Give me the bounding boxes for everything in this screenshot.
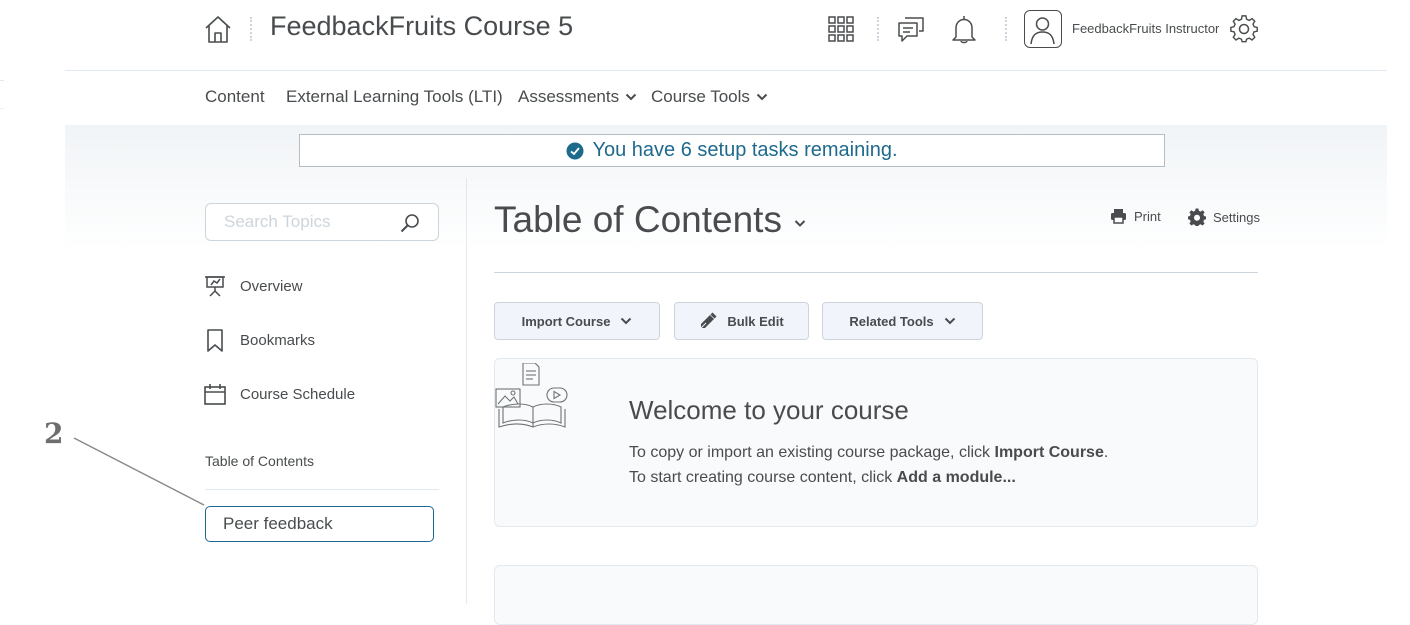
chevron-down-icon [944, 317, 955, 325]
nav-external-learning-tools[interactable]: External Learning Tools (LTI) [286, 87, 503, 107]
sidebar-divider [466, 178, 467, 604]
chevron-down-icon [794, 219, 806, 227]
user-name[interactable]: FeedbackFruits Instructor [1072, 21, 1219, 36]
bell-icon[interactable] [950, 13, 978, 45]
sidebar-item-label: Course Schedule [240, 385, 356, 403]
sidebar-toc-heading[interactable]: Table of Contents [205, 453, 314, 469]
presentation-icon [205, 276, 225, 297]
nav-assessments[interactable]: Assessments [518, 87, 637, 107]
sidebar-item-bookmarks[interactable]: Bookmarks [204, 328, 315, 352]
welcome-text: . [1103, 444, 1109, 461]
settings-button[interactable]: Settings [1188, 208, 1260, 226]
checkmark-circle-icon [566, 142, 584, 159]
chevron-down-icon [756, 93, 768, 101]
nav-label: Course Tools [651, 87, 750, 106]
nav-content[interactable]: Content [205, 87, 265, 107]
bookmark-icon [207, 329, 223, 352]
edge-divider [0, 108, 4, 249]
annotation-pointer-line [73, 437, 205, 506]
apps-grid-icon[interactable] [828, 16, 854, 42]
annotation-number: 2 [44, 417, 64, 450]
button-label: Related Tools [849, 313, 934, 329]
print-button[interactable]: Print [1110, 208, 1161, 224]
home-icon[interactable] [204, 14, 232, 44]
nav-label: Assessments [518, 87, 620, 106]
user-avatar-icon[interactable] [1024, 10, 1062, 48]
button-label: Import Course [521, 313, 611, 329]
welcome-instruction-import: To copy or import an existing course pac… [629, 444, 1108, 462]
content-panel [494, 565, 1258, 625]
search-box [205, 203, 439, 241]
settings-label: Settings [1213, 209, 1260, 225]
header-divider-line [65, 70, 1387, 71]
chevron-down-icon [625, 93, 637, 101]
welcome-title: Welcome to your course [629, 395, 909, 425]
sidebar-item-overview[interactable]: Overview [204, 274, 303, 298]
add-module-emphasis: Add a module... [896, 469, 1016, 486]
import-course-button[interactable]: Import Course [494, 302, 660, 340]
gear-icon [1188, 208, 1206, 226]
chat-icon[interactable] [896, 14, 926, 44]
sidebar-item-label: Overview [240, 277, 303, 295]
setup-tasks-text: You have 6 setup tasks remaining. [592, 139, 898, 161]
sidebar-item-label: Bookmarks [240, 331, 316, 349]
gear-icon[interactable] [1229, 14, 1259, 44]
chevron-down-icon [621, 317, 632, 325]
nav-course-tools[interactable]: Course Tools [651, 87, 768, 107]
course-title[interactable]: FeedbackFruits Course 5 [270, 11, 573, 42]
search-icon[interactable] [400, 213, 420, 233]
print-label: Print [1134, 208, 1161, 224]
related-tools-button[interactable]: Related Tools [822, 302, 983, 340]
welcome-instruction-module: To start creating course content, click … [629, 469, 1016, 487]
title-divider-line [494, 272, 1258, 273]
page-title[interactable]: Table of Contents [494, 199, 806, 241]
setup-tasks-banner[interactable]: You have 6 setup tasks remaining. [299, 134, 1165, 167]
module-peer-feedback[interactable]: Peer feedback [205, 506, 434, 542]
calendar-icon [204, 384, 226, 405]
nav-label: External Learning Tools (LTI) [286, 87, 503, 106]
search-topics-input[interactable] [224, 212, 394, 232]
header-divider [877, 17, 881, 41]
edge-divider [0, 80, 4, 81]
bulk-edit-button[interactable]: Bulk Edit [674, 302, 809, 340]
import-course-emphasis: Import Course [994, 444, 1104, 461]
printer-icon [1111, 209, 1126, 224]
welcome-text: To copy or import an existing course pac… [629, 444, 995, 461]
welcome-text: To start creating course content, click [629, 469, 897, 486]
nav-label: Content [205, 87, 265, 106]
button-label: Bulk Edit [727, 313, 784, 329]
sidebar-divider-line [205, 489, 439, 490]
pencil-edit-icon [699, 312, 717, 330]
header-divider [250, 17, 254, 41]
welcome-panel: Welcome to your course To copy or import… [494, 358, 1258, 527]
sidebar-item-course-schedule[interactable]: Course Schedule [204, 382, 355, 406]
page-title-text: Table of Contents [494, 199, 782, 240]
open-book-media-icon [495, 363, 568, 428]
header-divider [1005, 17, 1009, 41]
